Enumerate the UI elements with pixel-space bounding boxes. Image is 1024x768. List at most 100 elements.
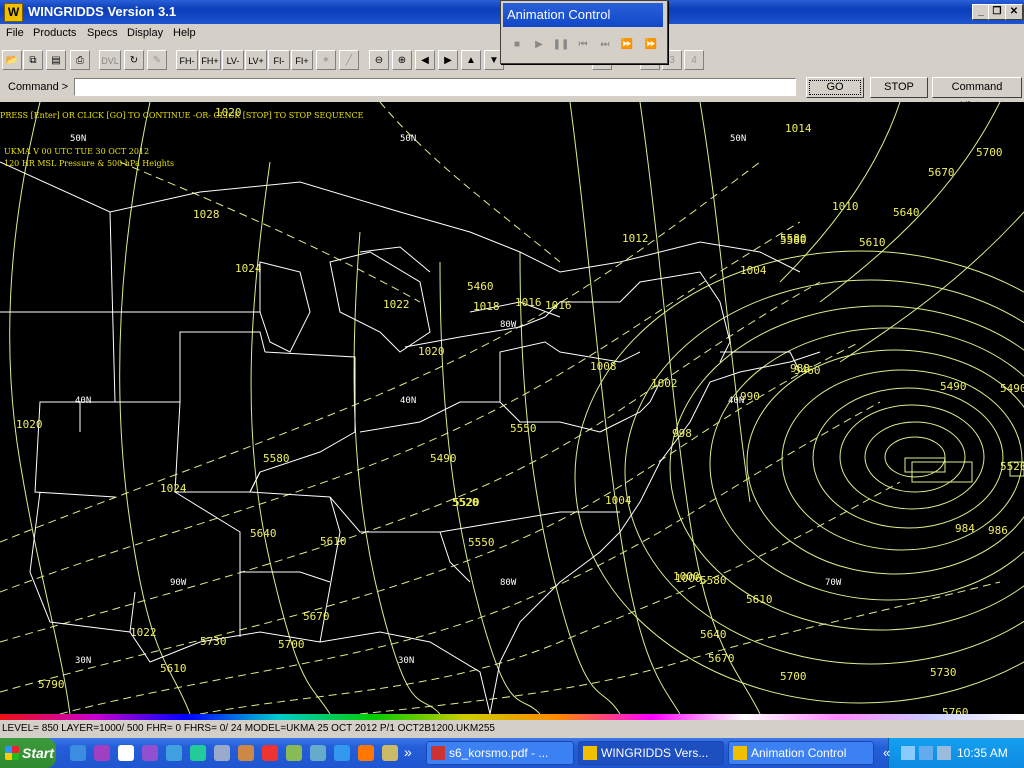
go-button[interactable]: GO xyxy=(806,77,864,98)
menu-specs[interactable]: Specs xyxy=(87,27,118,39)
pan-up-icon[interactable]: ▲ xyxy=(461,50,481,70)
tray-volume-icon[interactable] xyxy=(937,746,951,760)
menu-help[interactable]: Help xyxy=(173,27,196,39)
pause-icon[interactable]: ❚❚ xyxy=(551,35,571,55)
quicklaunch-folder-icon[interactable] xyxy=(382,745,398,761)
command-history-button[interactable]: Command History xyxy=(932,77,1022,112)
graticule-label: 40N xyxy=(75,396,92,406)
tray-network-icon[interactable] xyxy=(901,746,915,760)
open-folder-icon[interactable]: 📂 xyxy=(2,50,22,70)
contour-label: 5490 xyxy=(940,380,967,393)
contour-label: 1020 xyxy=(418,345,445,358)
fi-minus-button[interactable]: FI- xyxy=(268,50,290,70)
quicklaunch-app-icon[interactable] xyxy=(190,745,206,761)
quicklaunch-chrome-icon[interactable] xyxy=(262,745,278,761)
map-info-line2: 120 HR MSL Pressure & 500 hPa Heights xyxy=(4,159,175,168)
map-prompt-text: PRESS [Enter] OR CLICK [GO] TO CONTINUE … xyxy=(0,111,364,120)
map-display[interactable]: PRESS [Enter] OR CLICK [GO] TO CONTINUE … xyxy=(0,102,1024,714)
tray-expand-button[interactable]: « xyxy=(883,745,890,760)
properties-icon[interactable]: ▤ xyxy=(46,50,66,70)
graticule-label: 80W xyxy=(500,320,517,330)
contour-label: 5460 xyxy=(467,280,494,293)
contour-label: 5610 xyxy=(859,236,886,249)
maximize-button[interactable]: ❐ xyxy=(988,4,1006,20)
status-text: LEVEL= 850 LAYER=1000/ 500 FHR= 0 FHRS= … xyxy=(2,723,495,734)
close-button[interactable]: ✕ xyxy=(1005,4,1023,20)
task-animation-label: Animation Control xyxy=(751,746,847,760)
contour-label: 1010 xyxy=(832,200,859,213)
quicklaunch-window-icon[interactable] xyxy=(310,745,326,761)
contour-label: 5490 xyxy=(1000,382,1024,395)
refresh-icon[interactable]: ↻ xyxy=(124,50,144,70)
pan-right-icon[interactable]: ▶ xyxy=(438,50,458,70)
stop-button[interactable]: STOP xyxy=(870,77,928,98)
lv-plus-button[interactable]: LV+ xyxy=(245,50,267,70)
wand-icon[interactable]: ✶ xyxy=(316,50,336,70)
quicklaunch-ie-icon[interactable] xyxy=(334,745,350,761)
task-wingridds[interactable]: WINGRIDDS Vers... xyxy=(578,741,724,765)
lv-minus-button[interactable]: LV- xyxy=(222,50,244,70)
contour-label: 998 xyxy=(672,427,692,440)
step-back-icon[interactable]: ⏮ xyxy=(573,35,593,55)
quicklaunch-firefox-icon[interactable] xyxy=(358,745,374,761)
quicklaunch-utility-icon[interactable] xyxy=(286,745,302,761)
contour-label: 1016 xyxy=(545,299,572,312)
contour-label: 1028 xyxy=(193,208,220,221)
quicklaunch-search-icon[interactable] xyxy=(214,745,230,761)
contour-label: 1006 xyxy=(675,572,702,585)
graticule-label: 40N xyxy=(400,396,417,406)
contour-label: 5580 xyxy=(780,234,807,247)
graticule-label: 80W xyxy=(500,578,517,588)
step-forward-icon[interactable]: ⏭ xyxy=(595,35,615,55)
tray-monitor-icon[interactable] xyxy=(919,746,933,760)
contour-label: 1022 xyxy=(383,298,410,311)
task-animation-control[interactable]: Animation Control xyxy=(728,741,874,765)
graticule-label: 30N xyxy=(398,656,415,666)
task-pdf[interactable]: s6_korsmo.pdf - ... xyxy=(426,741,574,765)
pan-left-icon[interactable]: ◀ xyxy=(415,50,435,70)
contour-label: 5700 xyxy=(780,670,807,683)
animation-control-title[interactable]: Animation Control xyxy=(503,3,663,27)
quicklaunch-feather-icon[interactable] xyxy=(94,745,110,761)
fi-plus-button[interactable]: FI+ xyxy=(291,50,313,70)
quicklaunch-tool-icon[interactable] xyxy=(238,745,254,761)
quicklaunch-network-icon[interactable] xyxy=(166,745,182,761)
dvl-button[interactable]: DVL xyxy=(99,50,121,70)
eraser-icon[interactable]: ✎ xyxy=(147,50,167,70)
contour-label: 5670 xyxy=(708,652,735,665)
zoom-in-icon[interactable]: ⊕ xyxy=(392,50,412,70)
contour-label: 1016 xyxy=(515,296,542,309)
quicklaunch-more-button[interactable]: » xyxy=(404,744,412,760)
contour-label: 5460 xyxy=(794,364,821,377)
fh-plus-button[interactable]: FH+ xyxy=(199,50,221,70)
play-icon[interactable]: ▶ xyxy=(529,35,549,55)
start-button[interactable]: Start xyxy=(0,738,56,768)
menu-products[interactable]: Products xyxy=(33,27,76,39)
contour-label: 986 xyxy=(988,524,1008,537)
command-input[interactable] xyxy=(74,78,796,96)
copy-icon[interactable]: ⧉ xyxy=(23,50,43,70)
stop-animation-icon[interactable]: ■ xyxy=(507,35,527,55)
fast-forward-icon[interactable]: ⏩ xyxy=(617,35,637,55)
zoom-out-icon[interactable]: ⊖ xyxy=(369,50,389,70)
contour-label: 1020 xyxy=(16,418,43,431)
window-title: WINGRIDDS Version 3.1 xyxy=(28,4,177,19)
wingridds-app-icon[interactable]: W xyxy=(4,3,23,22)
quicklaunch-browser-icon[interactable] xyxy=(70,745,86,761)
contour-label: 5790 xyxy=(38,678,65,691)
print-icon[interactable]: ⎙ xyxy=(70,50,90,70)
fh-minus-button[interactable]: FH- xyxy=(176,50,198,70)
start-label: Start xyxy=(22,745,54,761)
menu-file[interactable]: File xyxy=(6,27,24,39)
quicklaunch-media-icon[interactable] xyxy=(142,745,158,761)
line-tool-icon[interactable]: ╱ xyxy=(339,50,359,70)
animation-control-window[interactable]: Animation Control ■ ▶ ❚❚ ⏮ ⏭ ⏩ ⏩ xyxy=(500,0,668,64)
wingridds-task-icon xyxy=(583,746,597,760)
contour-label: 5490 xyxy=(430,452,457,465)
frame-4-button[interactable]: 4 xyxy=(684,50,704,70)
quicklaunch-document-icon[interactable] xyxy=(118,745,134,761)
menu-display[interactable]: Display xyxy=(127,27,163,39)
clock[interactable]: 10:35 AM xyxy=(957,746,1008,760)
contour-label: 1008 xyxy=(590,360,617,373)
loop-forward-icon[interactable]: ⏩ xyxy=(641,35,661,55)
